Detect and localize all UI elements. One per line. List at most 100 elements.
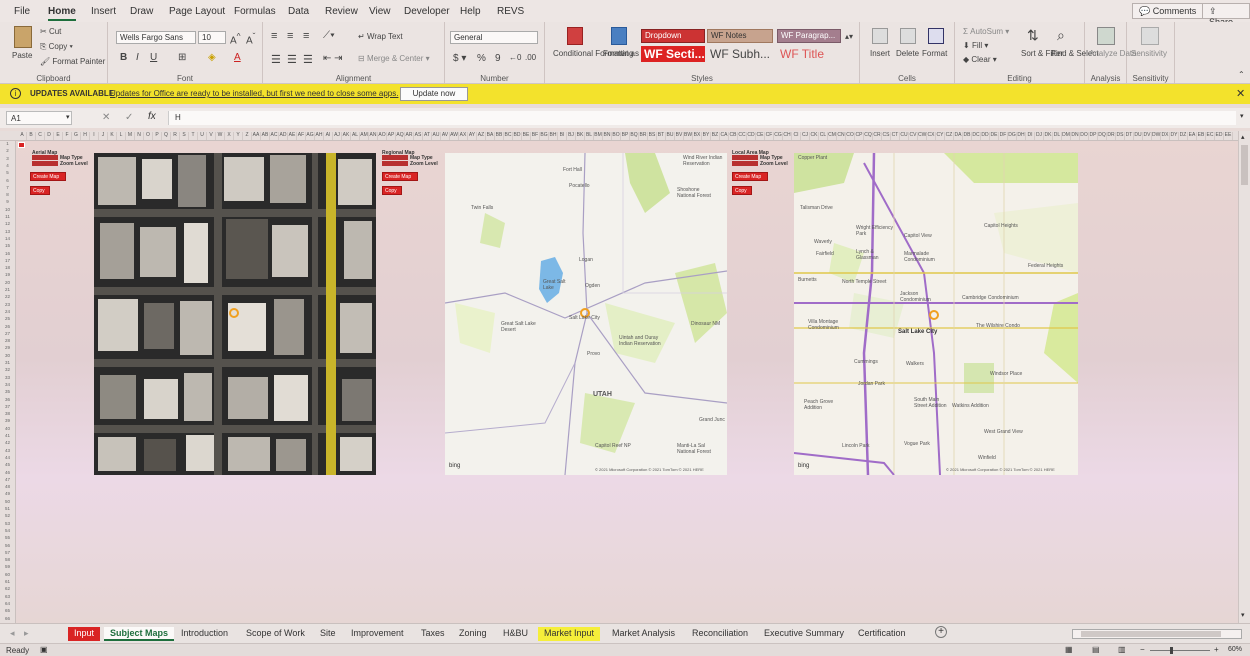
column-header[interactable]: BL bbox=[585, 132, 594, 140]
decrease-decimal-icon[interactable]: .00 bbox=[525, 53, 536, 62]
scroll-down-icon[interactable]: ▾ bbox=[1241, 611, 1245, 619]
row-header[interactable]: 49 bbox=[0, 491, 15, 496]
tab-site[interactable]: Site bbox=[314, 627, 342, 641]
column-header[interactable]: AF bbox=[297, 132, 306, 140]
column-header[interactable]: BP bbox=[621, 132, 630, 140]
column-header[interactable]: I bbox=[90, 132, 99, 140]
row-header[interactable]: 66 bbox=[0, 616, 15, 621]
page-layout-view-icon[interactable]: ▤ bbox=[1092, 645, 1100, 654]
column-header[interactable]: BS bbox=[648, 132, 657, 140]
clear-button[interactable]: ◆ Clear ▾ bbox=[963, 55, 997, 64]
local-create-map-button[interactable]: Create Map bbox=[732, 172, 768, 181]
aerial-copy-button[interactable]: Copy bbox=[30, 186, 50, 195]
row-header[interactable]: 37 bbox=[0, 404, 15, 409]
menu-revs[interactable]: REVS bbox=[497, 6, 524, 17]
align-bottom-icon[interactable]: ≡ bbox=[303, 30, 309, 42]
column-header[interactable]: AC bbox=[270, 132, 279, 140]
column-header[interactable]: DY bbox=[1170, 132, 1179, 140]
column-header[interactable]: DJ bbox=[1035, 132, 1044, 140]
local-map-type-dropdown[interactable] bbox=[732, 155, 758, 160]
column-header[interactable]: CZ bbox=[945, 132, 954, 140]
column-header[interactable]: DM bbox=[1062, 132, 1071, 140]
aerial-create-map-button[interactable]: Create Map bbox=[30, 172, 66, 181]
row-header[interactable]: 50 bbox=[0, 499, 15, 504]
row-header[interactable]: 1 bbox=[0, 141, 15, 146]
regional-map-type-dropdown[interactable] bbox=[382, 155, 408, 160]
zoom-slider-thumb[interactable] bbox=[1170, 647, 1173, 654]
column-header[interactable]: BV bbox=[675, 132, 684, 140]
column-header[interactable]: AJ bbox=[333, 132, 342, 140]
row-header[interactable]: 9 bbox=[0, 199, 15, 204]
column-header[interactable]: DQ bbox=[1098, 132, 1107, 140]
column-header[interactable]: BM bbox=[594, 132, 603, 140]
column-header[interactable]: L bbox=[117, 132, 126, 140]
tab-scope-of-work[interactable]: Scope of Work bbox=[240, 627, 311, 641]
style-wf-subheading[interactable]: WF Subh... bbox=[707, 46, 773, 62]
update-now-button[interactable]: Update now bbox=[400, 87, 468, 101]
column-header[interactable]: C bbox=[36, 132, 45, 140]
zoom-out-icon[interactable]: − bbox=[1140, 645, 1145, 654]
column-header[interactable]: Q bbox=[162, 132, 171, 140]
column-header[interactable]: AD bbox=[279, 132, 288, 140]
insert-cells-button[interactable]: Insert bbox=[870, 49, 890, 58]
normal-view-icon[interactable]: ▦ bbox=[1065, 645, 1073, 654]
row-header[interactable]: 30 bbox=[0, 353, 15, 358]
column-header[interactable]: AA bbox=[252, 132, 261, 140]
column-header[interactable]: CW bbox=[918, 132, 927, 140]
column-header[interactable]: CP bbox=[855, 132, 864, 140]
column-header[interactable]: BA bbox=[486, 132, 495, 140]
column-header[interactable]: DO bbox=[1080, 132, 1089, 140]
style-wf-paragraph[interactable]: WF Paragrap... bbox=[777, 29, 841, 43]
align-left-icon[interactable]: ☰ bbox=[271, 53, 281, 66]
column-header[interactable]: J bbox=[99, 132, 108, 140]
row-header[interactable]: 43 bbox=[0, 448, 15, 453]
comma-icon[interactable]: 9 bbox=[495, 53, 501, 64]
macro-record-icon[interactable]: ▣ bbox=[40, 645, 48, 654]
column-header[interactable]: AG bbox=[306, 132, 315, 140]
column-header[interactable]: BH bbox=[549, 132, 558, 140]
close-icon[interactable]: ✕ bbox=[1236, 87, 1245, 100]
row-header[interactable]: 6 bbox=[0, 178, 15, 183]
row-header[interactable]: 32 bbox=[0, 367, 15, 372]
column-header[interactable]: CR bbox=[873, 132, 882, 140]
column-header[interactable]: AH bbox=[315, 132, 324, 140]
format-painter-button[interactable]: 🖌 Format Painter bbox=[40, 57, 105, 66]
column-header[interactable]: CQ bbox=[864, 132, 873, 140]
orientation-icon[interactable]: ⟋▾ bbox=[323, 30, 335, 41]
align-top-icon[interactable]: ≡ bbox=[271, 30, 277, 42]
column-header[interactable]: P bbox=[153, 132, 162, 140]
update-message[interactable]: Updates for Office are ready to be insta… bbox=[110, 89, 398, 98]
row-header[interactable]: 45 bbox=[0, 462, 15, 467]
row-header[interactable]: 58 bbox=[0, 557, 15, 562]
zoom-slider[interactable] bbox=[1150, 647, 1210, 654]
column-header[interactable]: AR bbox=[405, 132, 414, 140]
column-header[interactable]: BY bbox=[702, 132, 711, 140]
font-color-icon[interactable]: A bbox=[234, 52, 241, 63]
column-header[interactable]: BZ bbox=[711, 132, 720, 140]
column-header[interactable]: BX bbox=[693, 132, 702, 140]
column-header[interactable]: DU bbox=[1134, 132, 1143, 140]
column-header[interactable]: BC bbox=[504, 132, 513, 140]
column-header[interactable]: BB bbox=[495, 132, 504, 140]
column-header[interactable]: DV bbox=[1143, 132, 1152, 140]
row-header[interactable]: 41 bbox=[0, 433, 15, 438]
column-header[interactable]: CS bbox=[882, 132, 891, 140]
row-header[interactable]: 17 bbox=[0, 258, 15, 263]
percent-icon[interactable]: % bbox=[477, 53, 486, 64]
row-header[interactable]: 63 bbox=[0, 594, 15, 599]
column-header[interactable]: BI bbox=[558, 132, 567, 140]
column-header[interactable]: BJ bbox=[567, 132, 576, 140]
horizontal-scroll-thumb[interactable] bbox=[1081, 631, 1221, 637]
currency-icon[interactable]: $ ▾ bbox=[453, 53, 466, 64]
tab-introduction[interactable]: Introduction bbox=[175, 627, 234, 641]
row-header[interactable]: 2 bbox=[0, 148, 15, 153]
menu-help[interactable]: Help bbox=[460, 6, 481, 17]
column-header[interactable]: ED bbox=[1215, 132, 1224, 140]
column-header[interactable]: AQ bbox=[396, 132, 405, 140]
column-header[interactable]: DB bbox=[963, 132, 972, 140]
row-header[interactable]: 13 bbox=[0, 229, 15, 234]
row-header[interactable]: 34 bbox=[0, 382, 15, 387]
bold-icon[interactable]: B bbox=[120, 52, 127, 63]
column-header[interactable]: AW bbox=[450, 132, 459, 140]
row-header[interactable]: 26 bbox=[0, 324, 15, 329]
